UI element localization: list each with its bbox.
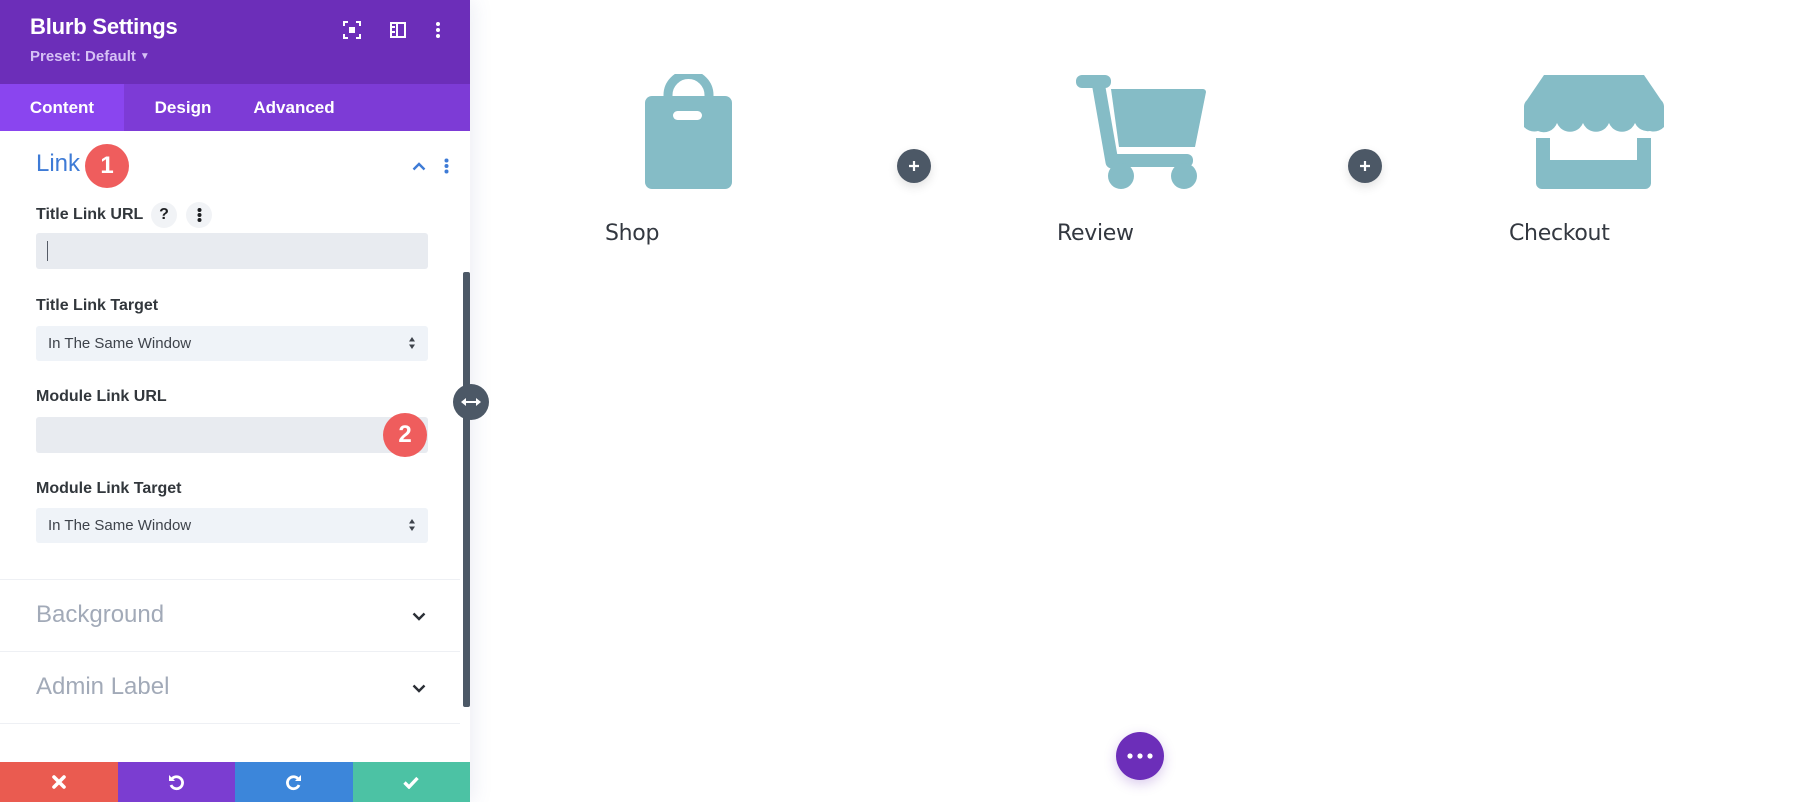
link-section-heading[interactable]: Link [36,150,80,178]
redo-button[interactable] [235,762,353,802]
settings-tabs: Content Design Advanced [0,84,470,131]
storefront-icon[interactable] [1524,75,1664,189]
module-link-url-input[interactable] [36,417,428,453]
preset-dropdown[interactable]: Preset: Default ▼ [30,48,150,65]
select-value: In The Same Window [48,517,192,534]
undo-icon [169,775,185,791]
select-arrows-icon [409,337,415,349]
save-button[interactable] [352,762,470,802]
check-icon [403,776,419,789]
page-canvas: Shop Review Checkout [470,0,1800,802]
module-link-target-label: Module Link Target [36,480,182,497]
shopping-bag-icon[interactable] [645,74,732,189]
settings-panel: Blurb Settings Preset: Default ▼ Content … [0,0,470,802]
add-module-button[interactable] [897,149,931,183]
shopping-cart-icon[interactable] [1076,74,1206,190]
section-divider [0,651,460,652]
page-settings-button[interactable] [1116,732,1164,780]
more-options-icon[interactable] [426,18,450,42]
annotation-badge-1: 1 [85,144,129,188]
admin-label-section-heading[interactable]: Admin Label [36,673,169,701]
tab-advanced[interactable]: Advanced [242,84,346,131]
caret-down-icon: ▼ [139,51,150,62]
field-options-icon[interactable] [186,202,212,228]
blurb-title-shop[interactable]: Shop [605,221,659,246]
title-link-url-label: Title Link URL [36,206,144,223]
tab-content[interactable]: Content [0,84,124,131]
section-options-icon[interactable] [434,154,458,178]
resize-horizontal-icon [461,398,481,406]
title-link-target-select[interactable]: In The Same Window [36,326,428,361]
select-value: In The Same Window [48,335,192,352]
section-divider [0,579,460,580]
panel-scrollbar[interactable] [463,272,470,707]
chevron-down-icon[interactable] [407,676,431,700]
panel-footer [0,762,470,802]
panel-header: Blurb Settings Preset: Default ▼ [0,0,470,84]
split-layout-icon[interactable] [386,18,410,42]
panel-title: Blurb Settings [30,14,178,39]
title-link-target-label: Title Link Target [36,297,159,314]
annotation-badge-2: 2 [383,413,427,457]
section-divider [0,723,460,724]
background-section-heading[interactable]: Background [36,601,164,629]
focus-mode-icon[interactable] [340,18,364,42]
title-link-url-input[interactable] [36,233,428,269]
cancel-button[interactable] [0,762,118,802]
tab-design[interactable]: Design [124,84,242,131]
ellipsis-icon [1127,753,1153,759]
module-link-target-select[interactable]: In The Same Window [36,508,428,543]
add-module-button[interactable] [1348,149,1382,183]
plus-icon [1360,161,1370,171]
redo-icon [285,775,301,791]
close-icon [51,775,66,789]
select-arrows-icon [409,519,415,531]
chevron-up-icon[interactable] [407,154,431,178]
preset-label: Preset: Default [30,48,136,65]
panel-resize-handle[interactable] [453,384,489,420]
help-icon[interactable]: ? [151,202,177,228]
blurb-title-review[interactable]: Review [1057,221,1134,246]
text-cursor [47,241,48,261]
module-link-url-label: Module Link URL [36,388,167,405]
chevron-down-icon[interactable] [407,604,431,628]
plus-icon [909,161,919,171]
undo-button[interactable] [117,762,235,802]
blurb-title-checkout[interactable]: Checkout [1509,221,1610,246]
